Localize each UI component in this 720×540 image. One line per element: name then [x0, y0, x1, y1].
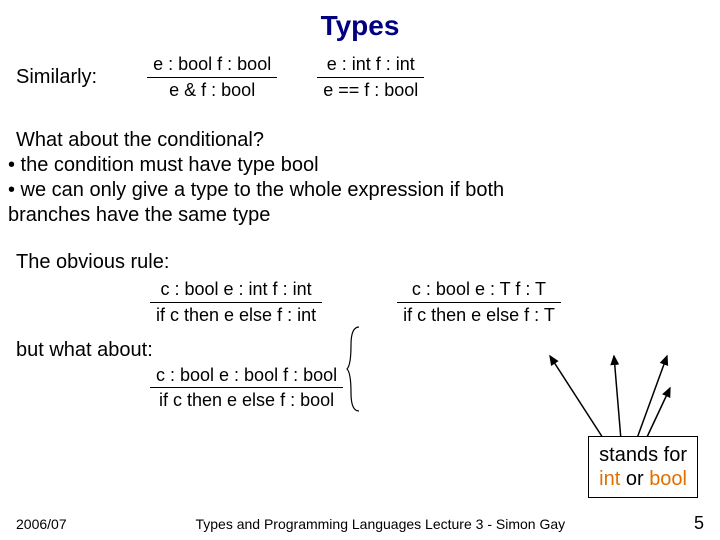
footer-lecture: Types and Programming Languages Lecture …: [195, 516, 565, 532]
similarly-label: Similarly:: [16, 66, 97, 89]
rule-if-int-conclusion: if c then e else f : int: [150, 302, 322, 326]
footer: 2006/07 Types and Programming Languages …: [0, 513, 720, 534]
rule-if-generic: c : bool e : T f : T if c then e else f …: [397, 279, 561, 325]
rule-and: e : bool f : bool e & f : bool: [147, 54, 277, 100]
rule-if-bool-premises: c : bool e : bool f : bool: [150, 365, 343, 388]
rule-and-premises: e : bool f : bool: [147, 54, 277, 77]
legend-box: stands for int or bool: [588, 436, 698, 498]
legend-or: or: [620, 468, 649, 490]
but-about-label: but what about:: [0, 338, 720, 363]
bullet-condition-type: • the condition must have type bool: [0, 153, 720, 178]
legend-bool: bool: [649, 468, 687, 490]
rule-if-generic-premises: c : bool e : T f : T: [397, 279, 561, 302]
footer-page: 5: [694, 513, 704, 534]
bullet-branches-line2: branches have the same type: [0, 203, 720, 228]
what-about-heading: What about the conditional?: [0, 128, 720, 153]
legend-line1: stands for: [599, 443, 687, 467]
rule-if-bool: c : bool e : bool f : bool if c then e e…: [150, 365, 343, 411]
rule-if-int: c : bool e : int f : int if c then e els…: [150, 279, 322, 325]
similarly-row: Similarly: e : bool f : bool e & f : boo…: [0, 50, 720, 108]
rule-if-int-premises: c : bool e : int f : int: [150, 279, 322, 302]
rule-if-bool-conclusion: if c then e else f : bool: [150, 387, 343, 411]
footer-date: 2006/07: [16, 516, 67, 532]
page-title: Types: [0, 0, 720, 50]
legend-int: int: [599, 468, 620, 490]
bullet-branches-line1: • we can only give a type to the whole e…: [0, 178, 720, 203]
rule-eq-premises: e : int f : int: [317, 54, 424, 77]
rule-if-generic-conclusion: if c then e else f : T: [397, 302, 561, 326]
legend-line2: int or bool: [599, 467, 687, 491]
obvious-rule-row: c : bool e : int f : int if c then e els…: [0, 279, 720, 325]
obvious-label: The obvious rule:: [0, 250, 720, 275]
bullet1-type: bool: [281, 154, 319, 176]
bullet1-text: • the condition must have type: [8, 154, 281, 176]
but-rule-row: c : bool e : bool f : bool if c then e e…: [0, 365, 720, 412]
rule-eq-conclusion: e == f : bool: [317, 77, 424, 101]
rule-and-conclusion: e & f : bool: [147, 77, 277, 101]
rule-eq: e : int f : int e == f : bool: [317, 54, 424, 100]
